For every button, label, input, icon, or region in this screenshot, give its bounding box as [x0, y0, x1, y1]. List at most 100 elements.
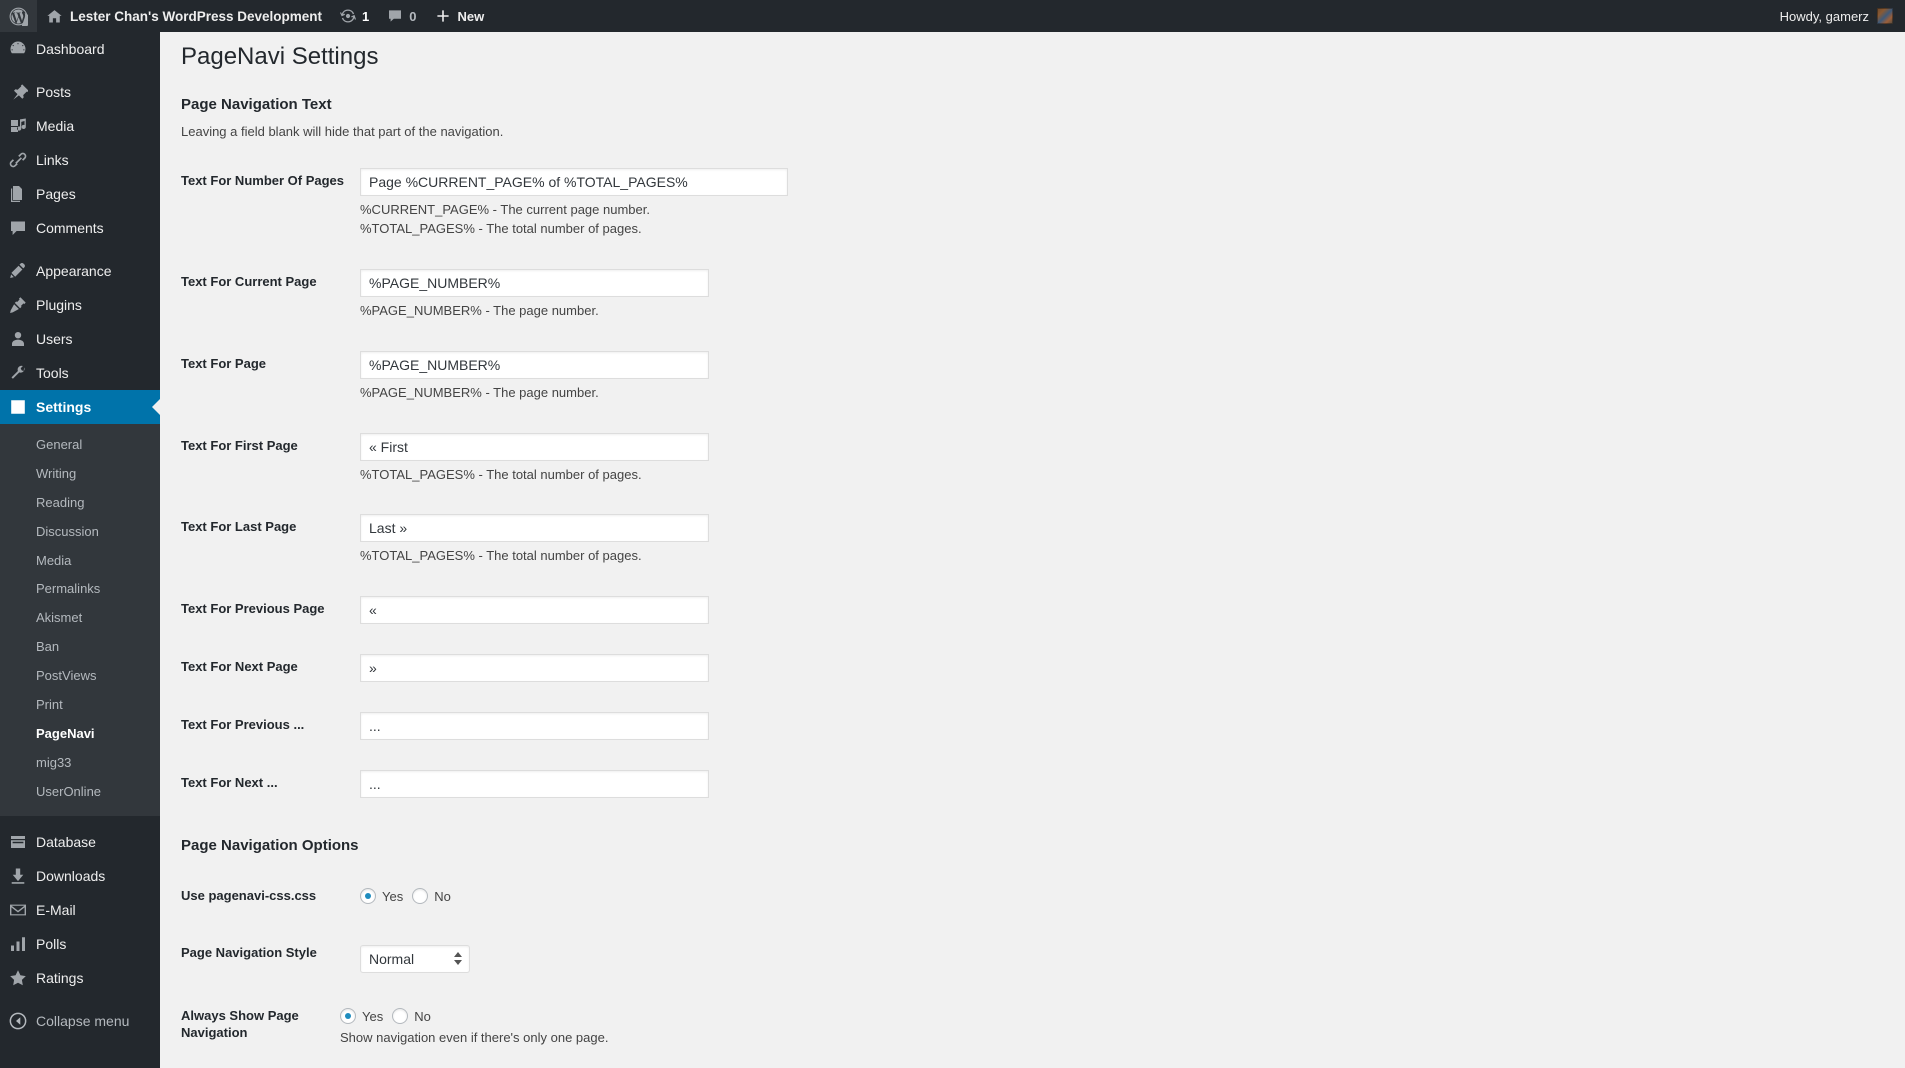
sidebar-item-pages[interactable]: Pages [0, 177, 160, 211]
input-text-for-first-page[interactable] [360, 433, 709, 461]
field-label: Text For Page [160, 336, 360, 393]
sidebar-menu-bottom: Database Downloads E-Mail Polls Ratings [0, 816, 160, 995]
always-show-no-radio[interactable]: No [392, 1008, 431, 1024]
section-desc-text: Leaving a field blank will hide that par… [181, 124, 1905, 139]
submenu-item-reading[interactable]: Reading [0, 489, 160, 518]
field-description: %CURRENT_PAGE% - The current page number… [360, 201, 1250, 239]
field-description-line: %TOTAL_PAGES% - The total number of page… [360, 220, 1250, 239]
sidebar-item-dashboard[interactable]: Dashboard [0, 32, 160, 66]
new-content-menu[interactable]: New [426, 0, 494, 32]
sidebar-item-label: Dashboard [36, 42, 105, 56]
site-name-label: Lester Chan's WordPress Development [70, 9, 322, 24]
input-text-for-number-of-pages[interactable] [360, 168, 788, 196]
sidebar-item-settings[interactable]: Settings [0, 390, 160, 424]
sidebar-item-media[interactable]: Media [0, 109, 160, 143]
collapse-menu-button[interactable]: Collapse menu [0, 1004, 160, 1038]
always-show-yes-radio[interactable]: Yes [340, 1008, 383, 1024]
use-css-no-label: No [434, 889, 451, 904]
sidebar-item-plugins[interactable]: Plugins [0, 288, 160, 322]
submenu-item-postviews[interactable]: PostViews [0, 662, 160, 691]
always-show-yes-label: Yes [362, 1009, 383, 1024]
input-text-for-page[interactable] [360, 351, 709, 379]
input-text-for-previous-page[interactable] [360, 596, 709, 624]
radio-dot-no[interactable] [392, 1008, 408, 1024]
submenu-item-pagenavi[interactable]: PageNavi [0, 720, 160, 749]
sidebar-item-label: Posts [36, 85, 71, 99]
menu-separator [0, 995, 160, 1004]
submenu-item-writing[interactable]: Writing [0, 460, 160, 489]
sidebar-item-tools[interactable]: Tools [0, 356, 160, 390]
content-area: PageNavi Settings Page Navigation Text L… [160, 32, 1905, 1068]
page-navigation-text-table: Text For Number Of Pages%CURRENT_PAGE% -… [160, 153, 1260, 813]
use-css-no-radio[interactable]: No [412, 888, 451, 904]
updates-count: 1 [362, 9, 369, 24]
always-show-radio-group: Yes No [340, 1003, 1250, 1024]
wp-logo-menu[interactable] [0, 0, 37, 32]
sidebar-item-polls[interactable]: Polls [0, 927, 160, 961]
field-label: Text For Number Of Pages [160, 153, 360, 210]
field-description: %PAGE_NUMBER% - The page number. [360, 302, 1250, 321]
submenu-item-general[interactable]: General [0, 431, 160, 460]
radio-dot-no[interactable] [412, 888, 428, 904]
home-icon [46, 8, 63, 25]
submenu-item-ban[interactable]: Ban [0, 633, 160, 662]
comment-bubble-icon [387, 8, 403, 24]
use-css-yes-radio[interactable]: Yes [360, 888, 403, 904]
field-label: Text For Next Page [160, 639, 360, 696]
sidebar-item-database[interactable]: Database [0, 825, 160, 859]
page-navigation-style-select[interactable]: Normal [360, 945, 470, 973]
sidebar-item-label: Downloads [36, 869, 105, 883]
page-title: PageNavi Settings [181, 32, 1905, 76]
field-wrapper: %TOTAL_PAGES% - The total number of page… [360, 418, 1260, 500]
input-text-for-last-page[interactable] [360, 514, 709, 542]
always-show-desc: Show navigation even if there's only one… [340, 1029, 1250, 1048]
howdy-label: Howdy, gamerz [1780, 9, 1869, 24]
menu-separator [0, 245, 160, 254]
submenu-item-discussion[interactable]: Discussion [0, 518, 160, 547]
submenu-item-useronline[interactable]: UserOnline [0, 778, 160, 807]
sidebar-item-downloads[interactable]: Downloads [0, 859, 160, 893]
sidebar-item-comments[interactable]: Comments [0, 211, 160, 245]
submenu-item-print[interactable]: Print [0, 691, 160, 720]
style-label: Page Navigation Style [160, 925, 360, 982]
sidebar-item-links[interactable]: Links [0, 143, 160, 177]
field-wrapper: %CURRENT_PAGE% - The current page number… [360, 153, 1260, 254]
my-account-menu[interactable]: Howdy, gamerz [1771, 0, 1905, 32]
input-text-for-previous[interactable] [360, 712, 709, 740]
plugin-icon [0, 295, 36, 315]
submenu-item-akismet[interactable]: Akismet [0, 604, 160, 633]
admin-bar: Lester Chan's WordPress Development 1 0 … [0, 0, 1905, 32]
sidebar-item-users[interactable]: Users [0, 322, 160, 356]
sidebar-item-label: Pages [36, 187, 76, 201]
input-text-for-next[interactable] [360, 770, 709, 798]
site-name-menu[interactable]: Lester Chan's WordPress Development [37, 0, 331, 32]
sidebar-item-label: Polls [36, 937, 66, 951]
submenu-item-mig33[interactable]: mig33 [0, 749, 160, 778]
section-heading-options: Page Navigation Options [181, 837, 1905, 854]
submenu-item-permalinks[interactable]: Permalinks [0, 575, 160, 604]
sidebar-item-label: Tools [36, 366, 69, 380]
radio-dot-yes[interactable] [360, 888, 376, 904]
sidebar-item-posts[interactable]: Posts [0, 75, 160, 109]
brush-icon [0, 261, 36, 281]
page-navigation-options-table: Use pagenavi-css.css Yes No Page Navigat… [160, 868, 1260, 1063]
sidebar-item-appearance[interactable]: Appearance [0, 254, 160, 288]
comments-menu[interactable]: 0 [378, 0, 425, 32]
field-label: Text For Previous ... [160, 697, 360, 754]
field-description-line: %TOTAL_PAGES% - The total number of page… [360, 547, 1250, 566]
pin-icon [0, 82, 36, 102]
chevron-updown-icon [454, 952, 462, 965]
updates-menu[interactable]: 1 [331, 0, 378, 32]
text-field-row: Text For Current Page%PAGE_NUMBER% - The… [160, 254, 1260, 336]
link-icon [0, 150, 36, 170]
sidebar-item-ratings[interactable]: Ratings [0, 961, 160, 995]
submenu-item-media[interactable]: Media [0, 547, 160, 576]
section-heading-text: Page Navigation Text [181, 96, 1905, 113]
input-text-for-next-page[interactable] [360, 654, 709, 682]
input-text-for-current-page[interactable] [360, 269, 709, 297]
field-wrapper [360, 697, 1260, 755]
radio-dot-yes[interactable] [340, 1008, 356, 1024]
admin-bar-right: Howdy, gamerz [1771, 0, 1905, 32]
text-field-row: Text For Last Page%TOTAL_PAGES% - The to… [160, 499, 1260, 581]
sidebar-item-e-mail[interactable]: E-Mail [0, 893, 160, 927]
